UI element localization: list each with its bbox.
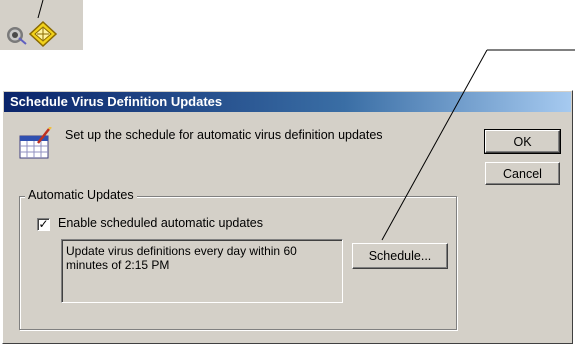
enable-updates-checkbox[interactable]: ✓ (37, 218, 50, 231)
calendar-icon (19, 127, 52, 159)
title-bar[interactable]: Schedule Virus Definition Updates (4, 92, 571, 112)
ok-button[interactable]: OK (484, 129, 561, 154)
dialog-title: Schedule Virus Definition Updates (10, 94, 223, 109)
header-instruction: Set up the schedule for automatic virus … (65, 128, 383, 142)
schedule-description: Update virus definitions every day withi… (61, 239, 343, 303)
checkmark-icon: ✓ (38, 217, 49, 231)
schedule-button[interactable]: Schedule... (352, 243, 448, 269)
enable-updates-label[interactable]: Enable scheduled automatic updates (58, 216, 263, 230)
antivirus-shield-icon[interactable] (28, 20, 58, 48)
schedule-dialog: Schedule Virus Definition Updates Set up… (2, 90, 573, 344)
cancel-button[interactable]: Cancel (485, 162, 560, 185)
tray-callout-line (37, 0, 44, 19)
group-title: Automatic Updates (25, 188, 137, 202)
speaker-icon[interactable] (5, 24, 27, 46)
